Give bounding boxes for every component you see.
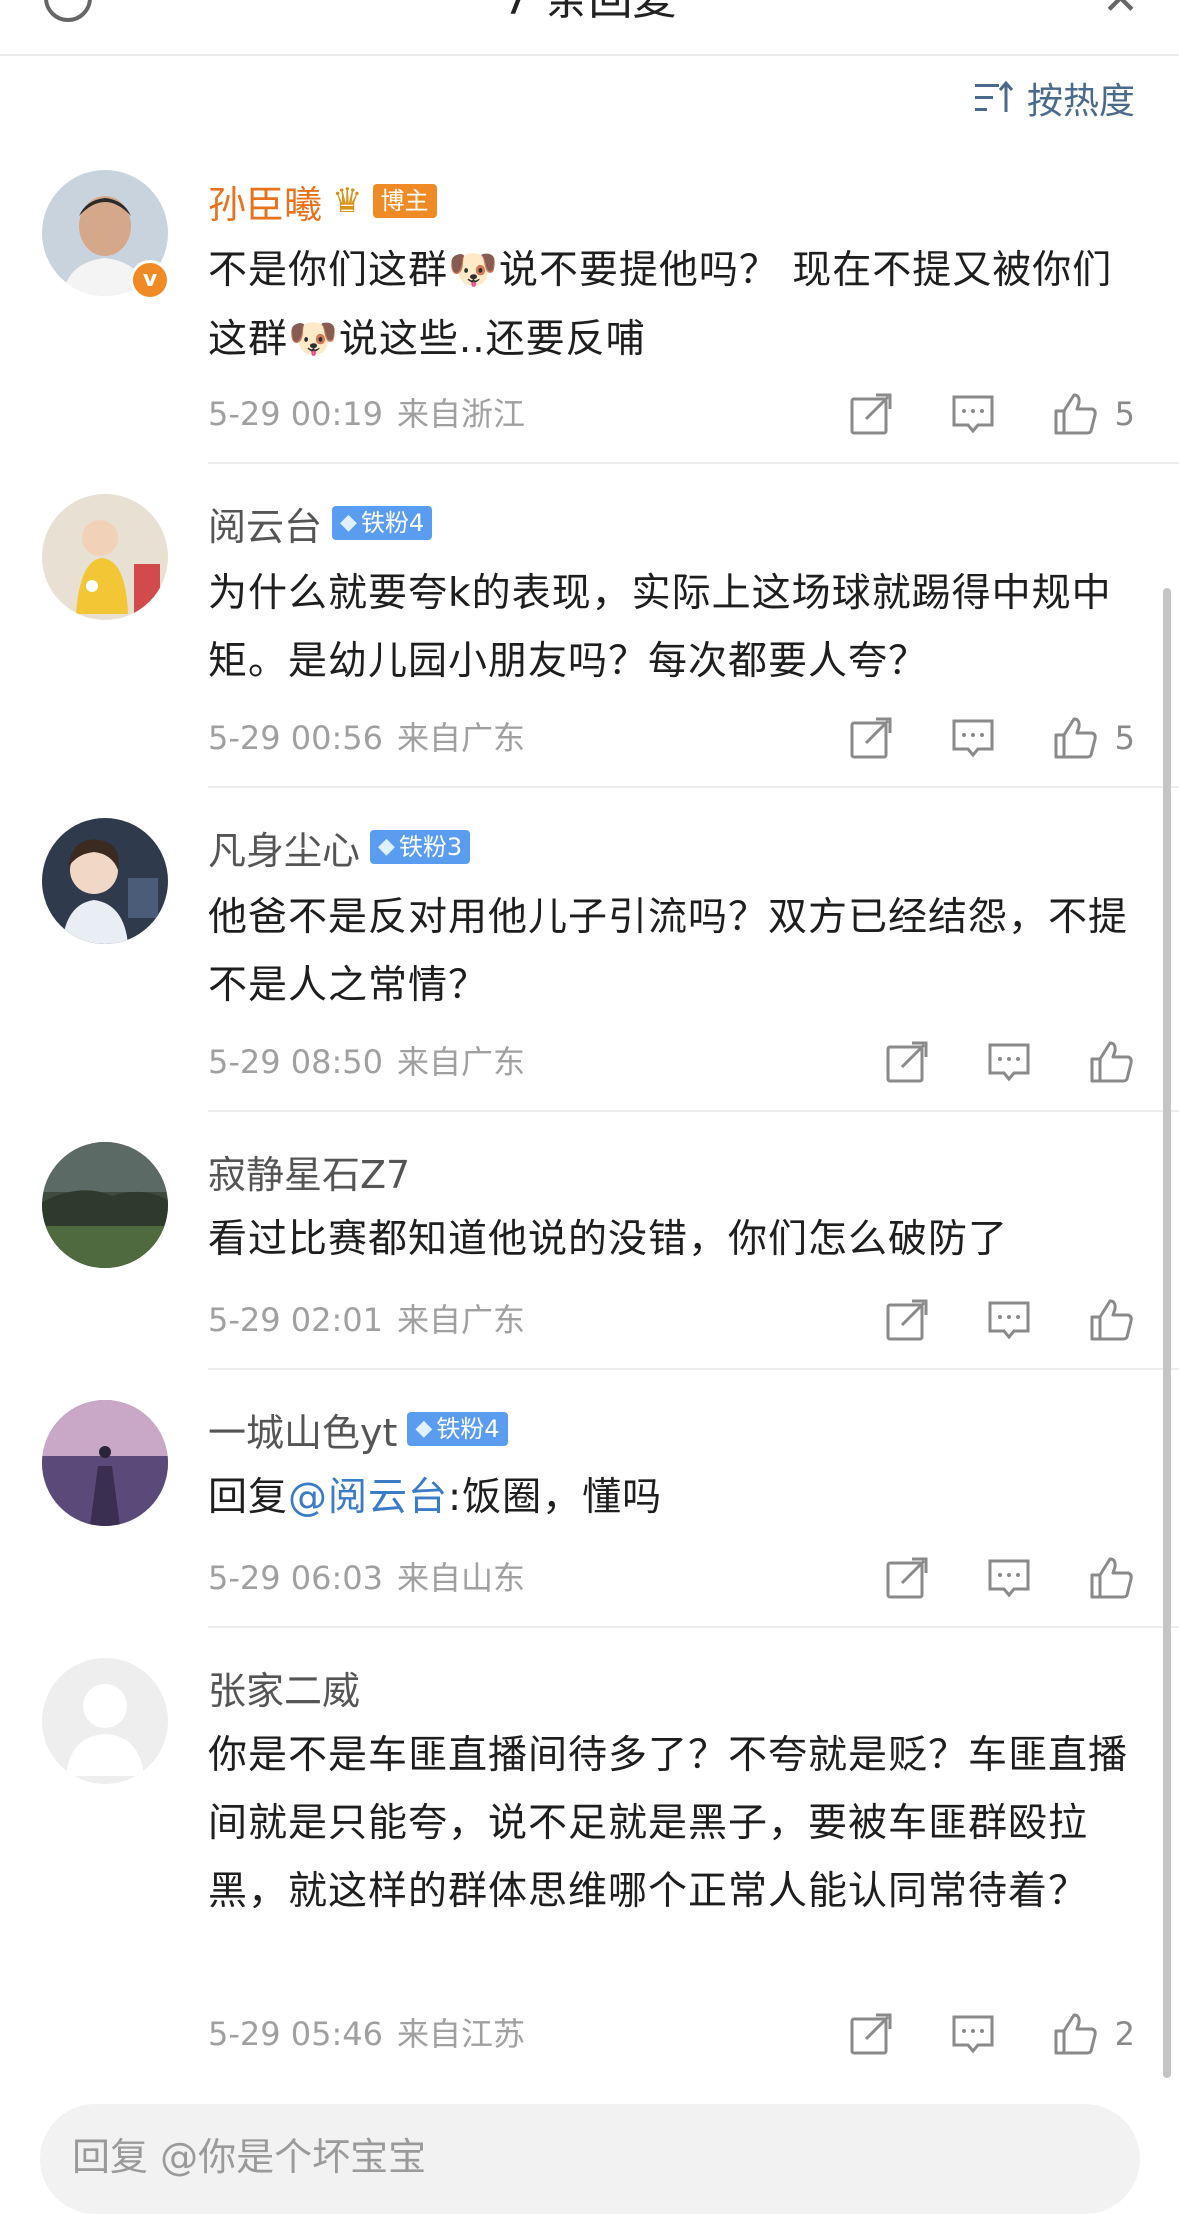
reply-icon[interactable] [949, 390, 997, 438]
avatar[interactable] [42, 1658, 168, 1784]
divider [208, 462, 1179, 464]
commenter-name[interactable]: 阅云台 [208, 496, 322, 551]
comment-text: 他爸不是反对用他儿子引流吗？双方已经结怨，不提不是人之常情？ [208, 895, 1129, 1008]
comment-location: 来自广东 [397, 719, 526, 757]
reply-icon[interactable] [985, 1296, 1033, 1344]
scrollbar[interactable] [1163, 588, 1171, 2078]
comment-location: 来自广东 [397, 1043, 526, 1081]
close-icon[interactable]: ✕ [1102, 0, 1139, 22]
reply-icon[interactable] [985, 1038, 1033, 1086]
comment-location: 来自浙江 [397, 395, 526, 433]
fan-tag-label: 铁粉4 [360, 509, 425, 537]
fan-tag: ◆ 铁粉3 [370, 830, 471, 864]
dog-emoji: 🐶 [448, 247, 499, 293]
fan-tag: ◆ 铁粉4 [407, 1412, 508, 1446]
reply-icon[interactable] [949, 2010, 997, 2058]
diamond-icon: ◆ [415, 1416, 433, 1441]
comment-meta: 5-29 00:19 来自浙江 [208, 390, 525, 438]
comment-text: 看过比赛都知道他说的没错，你们怎么破防了 [208, 1217, 1009, 1262]
commenter-name[interactable]: 凡身尘心 [208, 820, 360, 875]
comment-actions [883, 1292, 1135, 1348]
divider [208, 786, 1179, 788]
comment-actions: 5 [847, 710, 1135, 766]
avatar[interactable] [42, 1142, 168, 1268]
share-icon[interactable] [883, 1038, 931, 1086]
comment-actions: 2 [847, 2006, 1135, 2062]
like-count: 5 [1114, 395, 1135, 433]
avatar[interactable] [42, 818, 168, 944]
share-icon[interactable] [847, 714, 895, 762]
verified-badge: v [130, 260, 170, 300]
text-segment: 说这些..还要反哺 [338, 317, 646, 362]
reply-icon[interactable] [949, 714, 997, 762]
comment-meta: 5-29 06:03 来自山东 [208, 1554, 525, 1602]
share-icon[interactable] [883, 1296, 931, 1344]
divider [208, 1626, 1179, 1628]
diamond-icon: ◆ [378, 834, 395, 859]
sort-icon [974, 80, 1014, 112]
comment-text: 不是你们这群🐶说不要提他吗？ 现在不提又被你们这群🐶说这些..还要反哺 [208, 236, 1138, 374]
text-segment: 不是你们这群 [208, 248, 449, 293]
comment-time: 5-29 00:19 [208, 395, 384, 433]
comment-actions [883, 1034, 1135, 1090]
fan-tag: ◆ 铁粉4 [332, 506, 433, 540]
sort-label: 按热度 [1026, 81, 1135, 122]
commenter-name[interactable]: 寂静星石Z7 [208, 1144, 410, 1199]
fan-tag-label: 铁粉4 [436, 1415, 500, 1443]
reply-icon[interactable] [985, 1554, 1033, 1602]
like-icon[interactable] [1087, 1296, 1135, 1344]
fan-tag-label: 铁粉3 [398, 833, 463, 861]
avatar[interactable] [42, 1400, 168, 1526]
comment-location: 来自广东 [397, 1301, 526, 1339]
share-icon[interactable] [847, 2010, 895, 2058]
comment-actions [883, 1550, 1135, 1606]
share-icon[interactable] [847, 390, 895, 438]
reply-input[interactable]: 回复 @你是个坏宝宝 [40, 2104, 1140, 2214]
comment-time: 5-29 08:50 [208, 1043, 384, 1081]
comment-time: 5-29 06:03 [208, 1559, 384, 1597]
text-segment: :饭圈，懂吗 [448, 1475, 663, 1520]
crown-icon: ♛ [332, 181, 363, 221]
share-icon[interactable] [883, 1554, 931, 1602]
dog-emoji: 🐶 [288, 316, 339, 362]
comment-meta: 5-29 05:46 来自江苏 [208, 2010, 525, 2058]
comment-meta: 5-29 00:56 来自广东 [208, 714, 525, 762]
like-icon[interactable] [1087, 1554, 1135, 1602]
like-count: 2 [1114, 2015, 1135, 2053]
comment-time: 5-29 02:01 [208, 1301, 384, 1339]
diamond-icon: ◆ [340, 510, 357, 535]
comment-location: 来自山东 [397, 1559, 526, 1597]
comment-time: 5-29 05:46 [208, 2015, 384, 2053]
commenter-name[interactable]: 一城山色yt [208, 1402, 397, 1457]
reply-prefix: 回复 [208, 1475, 289, 1520]
avatar[interactable] [42, 494, 168, 620]
comment-text: 你是不是车匪直播间待多了？不夸就是贬？车匪直播间就是只能夸，说不足就是黑子，要被… [208, 1733, 1129, 1914]
comment-text: 为什么就要夸k的表现，实际上这场球就踢得中规中矩。是幼儿园小朋友吗？每次都要人夸… [208, 571, 1112, 684]
sort-button[interactable]: 按热度 [973, 74, 1135, 122]
like-icon[interactable] [1051, 390, 1099, 438]
mention-link[interactable]: @阅云台 [288, 1475, 448, 1520]
blogger-tag: 博主 [372, 184, 437, 218]
divider [208, 1368, 1179, 1370]
comment-text: 回复@阅云台:饭圈，懂吗 [208, 1464, 1138, 1532]
like-count: 5 [1114, 719, 1135, 757]
comment-time: 5-29 00:56 [208, 719, 384, 757]
comment-location: 来自江苏 [397, 2015, 526, 2053]
like-icon[interactable] [1051, 2010, 1099, 2058]
header-bar: 7 条回复 ✕ [0, 0, 1179, 56]
like-icon[interactable] [1087, 1038, 1135, 1086]
comment-meta: 5-29 02:01 来自广东 [208, 1296, 525, 1344]
comment-meta: 5-29 08:50 来自广东 [208, 1038, 525, 1086]
like-icon[interactable] [1051, 714, 1099, 762]
reply-input-placeholder: 回复 @你是个坏宝宝 [72, 2135, 427, 2179]
comment-actions: 5 [847, 386, 1135, 442]
page-title: 7 条回复 [0, 0, 1179, 22]
commenter-name[interactable]: 张家二威 [208, 1660, 360, 1715]
divider [208, 1110, 1179, 1112]
commenter-name[interactable]: 孙臣曦 [208, 174, 322, 229]
